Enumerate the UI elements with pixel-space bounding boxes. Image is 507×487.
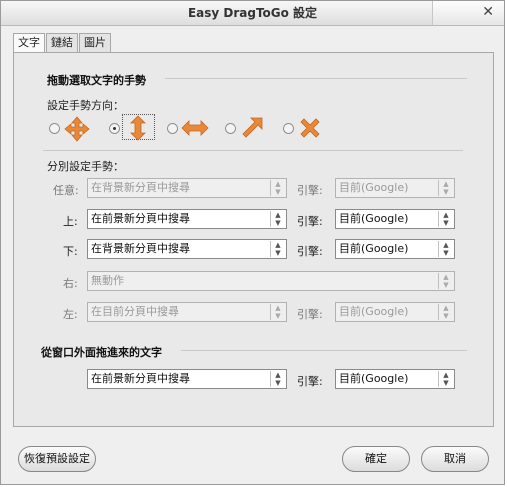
gesture-radio-four-way[interactable] [49,123,60,134]
cancel-button[interactable]: 取消 [421,446,489,472]
direction-label-any: 任意: [53,184,79,197]
direction-label-right: 右: [63,277,78,290]
gesture-radio-horizontal[interactable] [167,123,178,134]
options-divider [43,150,463,151]
individual-gestures-label: 分別設定手勢： [47,160,124,173]
cross-icon [300,118,320,138]
engine-select-any[interactable]: 目前(Google) ▲ ▼ [335,178,455,198]
external-engine-select[interactable]: 目前(Google) ▲ ▼ [335,369,455,389]
external-engine-label: 引擎: [297,375,323,388]
engine-select-left[interactable]: 目前(Google) ▲ ▼ [335,302,455,322]
vertical-arrows-icon [130,115,146,141]
gesture-radio-diagonal[interactable] [225,123,236,134]
chevron-up-down-icon: ▲ ▼ [270,211,285,227]
chevron-up-down-icon: ▲ ▼ [270,241,285,257]
action-select-up[interactable]: 在前景新分頁中搜尋 ▲ ▼ [87,209,287,229]
gesture-radio-none[interactable] [283,123,294,134]
chevron-up-down-icon: ▲ ▼ [438,371,453,387]
restore-defaults-button[interactable]: 恢復預設設定 [18,446,96,472]
external-action-select[interactable]: 在前景新分頁中搜尋 ▲ ▼ [87,369,287,389]
settings-window: Easy DragToGo 設定 ✕ 文字 鏈結 圖片 拖動選取文字的手勢 設定… [0,0,505,485]
chevron-up-down-icon: ▲ ▼ [438,180,453,196]
engine-label-left: 引擎: [297,308,323,321]
action-select-right[interactable]: 無動作 ▲ ▼ [87,271,455,291]
direction-label-up: 上: [63,215,78,228]
four-way-arrows-icon [64,116,90,142]
direction-label-down: 下: [63,245,78,258]
chevron-up-down-icon: ▲ ▼ [438,241,453,257]
chevron-up-down-icon: ▲ ▼ [438,211,453,227]
chevron-up-down-icon: ▲ ▼ [438,273,453,289]
engine-select-up[interactable]: 目前(Google) ▲ ▼ [335,209,455,229]
engine-select-down[interactable]: 目前(Google) ▲ ▼ [335,239,455,259]
close-icon: ✕ [482,4,494,20]
tab-text[interactable]: 文字 [13,33,45,53]
section-title-drag-selected-text: 拖動選取文字的手勢 [47,74,146,87]
direction-label: 設定手勢方向： [47,99,124,112]
chevron-up-down-icon: ▲ ▼ [438,304,453,320]
chevron-up-down-icon: ▲ ▼ [270,371,285,387]
action-select-any[interactable]: 在背景新分頁中搜尋 ▲ ▼ [87,178,287,198]
ok-button[interactable]: 確定 [342,446,410,472]
section-divider [165,78,467,79]
gesture-radio-vertical[interactable] [109,123,120,134]
tab-strip: 文字 鏈結 圖片 [13,33,112,53]
horizontal-arrows-icon [181,120,209,136]
engine-label-down: 引擎: [297,245,323,258]
window-title: Easy DragToGo 設定 [187,6,318,20]
chevron-up-down-icon: ▲ ▼ [270,304,285,320]
section-divider [181,350,467,351]
action-select-down[interactable]: 在背景新分頁中搜尋 ▲ ▼ [87,239,287,259]
section-title-external-text: 從窗口外面拖進來的文字 [41,346,162,359]
tab-links[interactable]: 鏈結 [46,33,78,52]
tab-images[interactable]: 圖片 [79,33,111,52]
close-button[interactable]: ✕ [432,1,504,25]
chevron-up-down-icon: ▲ ▼ [270,180,285,196]
direction-label-left: 左: [63,308,78,321]
action-select-left[interactable]: 在目前分頁中搜尋 ▲ ▼ [87,302,287,322]
title-bar: Easy DragToGo 設定 ✕ [1,1,504,26]
engine-label-any: 引擎: [297,184,323,197]
engine-label-up: 引擎: [297,215,323,228]
diagonal-arrow-icon [242,117,263,138]
